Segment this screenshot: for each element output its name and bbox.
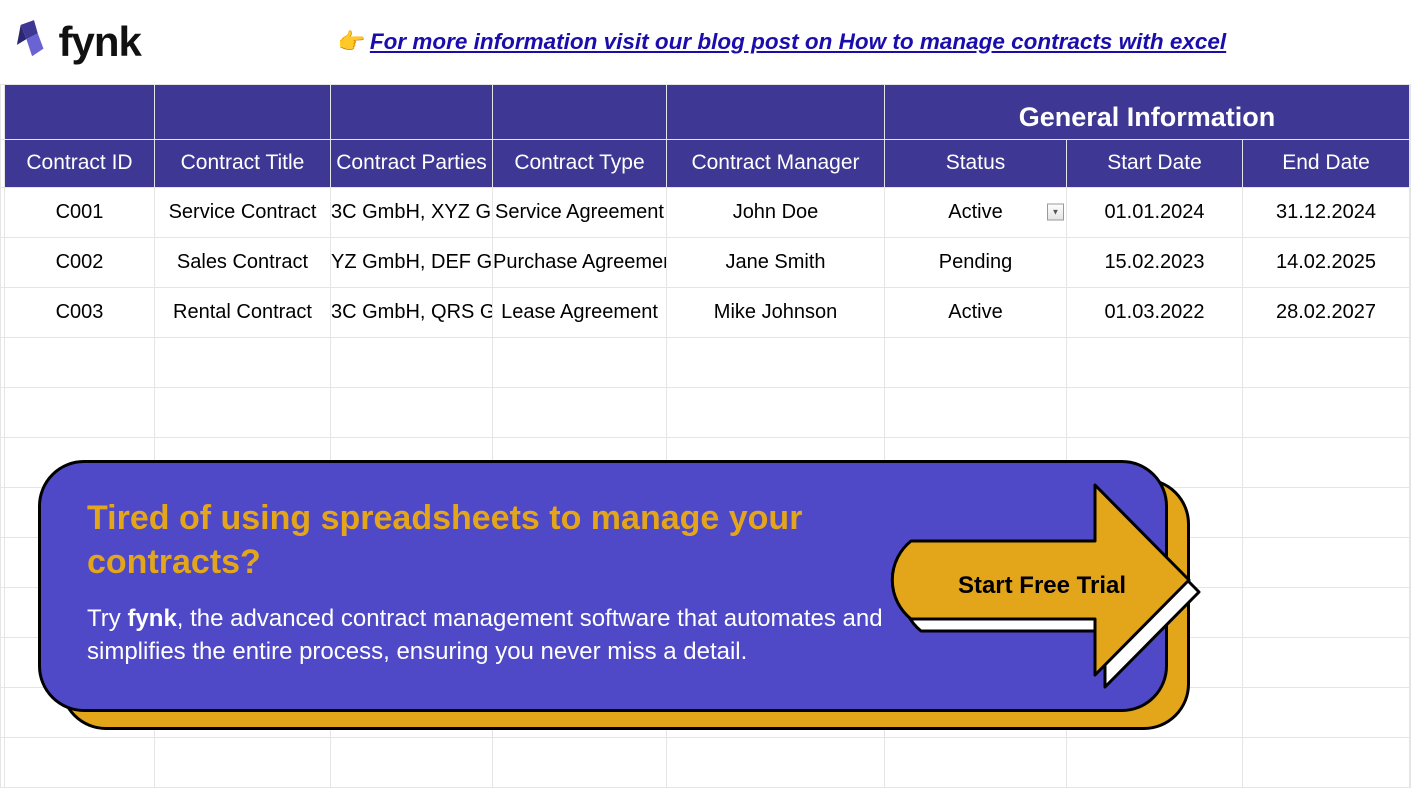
cell-contract-type[interactable]: Lease Agreement [493, 287, 667, 337]
cell-status[interactable]: Pending [885, 237, 1067, 287]
cell-status-text: Active [948, 301, 1002, 324]
cell-contract-parties[interactable]: 3C GmbH, XYZ Gmb [331, 187, 493, 237]
cell-contract-parties[interactable]: YZ GmbH, DEF Gmb [331, 237, 493, 287]
cell-end-date[interactable]: 14.02.2025 [1243, 237, 1410, 287]
section-title: General Information [885, 84, 1410, 139]
cell-contract-id[interactable]: C003 [5, 287, 155, 337]
cell-contract-id[interactable]: C001 [5, 187, 155, 237]
cell-contract-manager[interactable]: Mike Johnson [667, 287, 885, 337]
cell-contract-type[interactable]: Service Agreement [493, 187, 667, 237]
blog-link[interactable]: 👉For more information visit our blog pos… [338, 29, 1226, 54]
col-header-contract-title: Contract Title [155, 139, 331, 187]
cell-contract-manager[interactable]: John Doe [667, 187, 885, 237]
cell-end-date[interactable]: 31.12.2024 [1243, 187, 1410, 237]
cell-contract-type[interactable]: Purchase Agreement [493, 237, 667, 287]
promo-body: Try fynk, the advanced contract manageme… [87, 602, 947, 668]
cell-contract-title[interactable]: Sales Contract [155, 237, 331, 287]
status-dropdown-button[interactable]: ▼ [1047, 204, 1064, 221]
promo-headline: Tired of using spreadsheets to manage yo… [87, 497, 827, 584]
table-row[interactable]: C001Service Contract3C GmbH, XYZ GmbServ… [1, 187, 1411, 237]
cell-status[interactable]: Active [885, 287, 1067, 337]
cell-contract-title[interactable]: Service Contract [155, 187, 331, 237]
col-header-contract-parties: Contract Parties [331, 139, 493, 187]
cell-start-date[interactable]: 01.03.2022 [1067, 287, 1243, 337]
chevron-down-icon: ▼ [1052, 208, 1060, 217]
pointing-hand-icon: 👉 [338, 29, 366, 55]
cell-contract-id[interactable]: C002 [5, 237, 155, 287]
col-header-contract-id: Contract ID [5, 139, 155, 187]
cell-contract-manager[interactable]: Jane Smith [667, 237, 885, 287]
cell-status-text: Pending [939, 251, 1012, 274]
cell-end-date[interactable]: 28.02.2027 [1243, 287, 1410, 337]
col-header-contract-type: Contract Type [493, 139, 667, 187]
fynk-logo-icon [15, 20, 53, 64]
promo-banner: Tired of using spreadsheets to manage yo… [38, 460, 1168, 712]
col-header-contract-manager: Contract Manager [667, 139, 885, 187]
cell-status[interactable]: Active ▼ [885, 187, 1067, 237]
table-row[interactable]: C002Sales ContractYZ GmbH, DEF GmbPurcha… [1, 237, 1411, 287]
cell-contract-title[interactable]: Rental Contract [155, 287, 331, 337]
cta-label: Start Free Trial [927, 481, 1157, 691]
col-header-end-date: End Date [1243, 139, 1410, 187]
cta-start-free-trial[interactable]: Start Free Trial [905, 481, 1205, 691]
cell-contract-parties[interactable]: 3C GmbH, QRS Gmb [331, 287, 493, 337]
blog-link-text: For more information visit our blog post… [370, 29, 1226, 54]
col-header-status: Status [885, 139, 1067, 187]
table-row[interactable]: C003Rental Contract3C GmbH, QRS GmbLease… [1, 287, 1411, 337]
cell-status-text: Active [948, 201, 1002, 224]
logo: fynk [5, 0, 155, 84]
cell-start-date[interactable]: 15.02.2023 [1067, 237, 1243, 287]
col-header-start-date: Start Date [1067, 139, 1243, 187]
logo-text: fynk [59, 18, 141, 66]
cell-start-date[interactable]: 01.01.2024 [1067, 187, 1243, 237]
